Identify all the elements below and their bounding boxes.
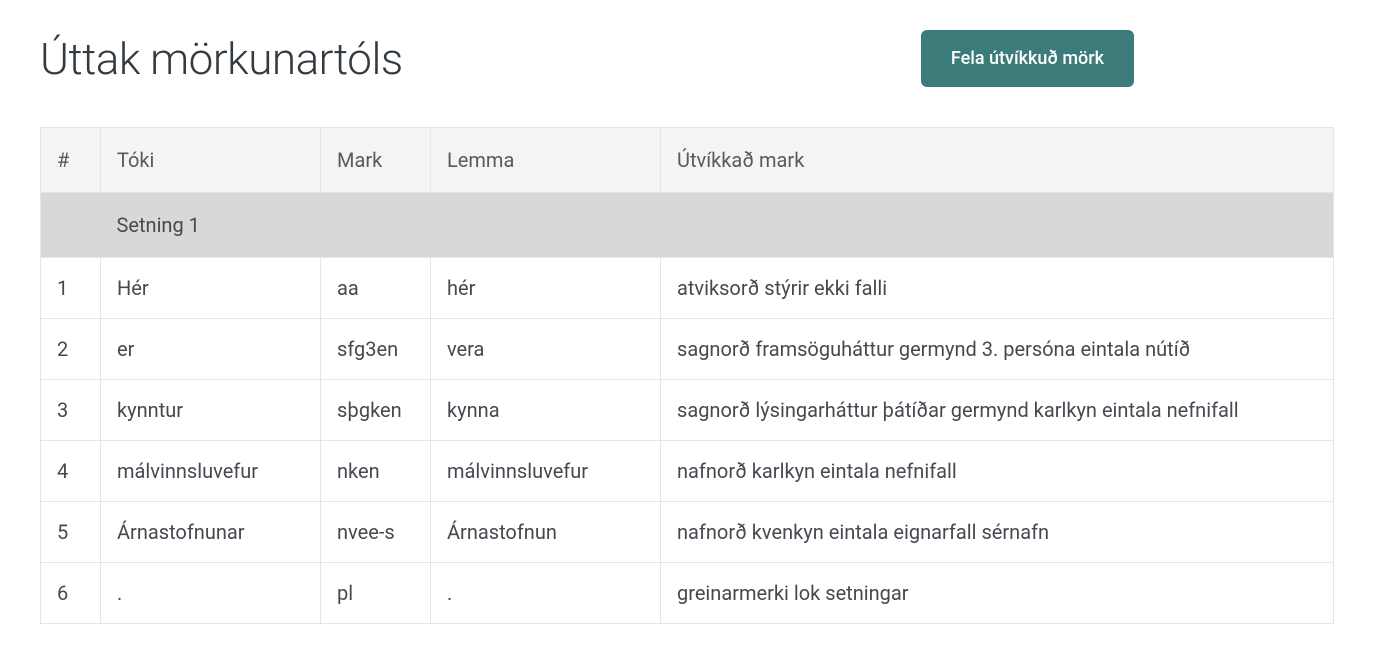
cell-num: 1 bbox=[41, 258, 101, 319]
table-row: 3kynntursþgkenkynnasagnorð lýsingarháttu… bbox=[41, 380, 1334, 441]
cell-mark: sfg3en bbox=[321, 319, 431, 380]
section-label: Setning 1 bbox=[101, 193, 1334, 258]
cell-ext: nafnorð kvenkyn eintala eignarfall sérna… bbox=[661, 502, 1334, 563]
cell-ext: greinarmerki lok setningar bbox=[661, 563, 1334, 624]
col-header-num: # bbox=[41, 128, 101, 193]
cell-num: 5 bbox=[41, 502, 101, 563]
cell-mark: aa bbox=[321, 258, 431, 319]
cell-lemma: Árnastofnun bbox=[431, 502, 661, 563]
cell-mark: nvee-s bbox=[321, 502, 431, 563]
cell-ext: atviksorð stýrir ekki falli bbox=[661, 258, 1334, 319]
page-header: Úttak mörkunartóls Fela útvíkkuð mörk bbox=[40, 30, 1334, 87]
toggle-extended-button[interactable]: Fela útvíkkuð mörk bbox=[921, 30, 1134, 87]
cell-mark: nken bbox=[321, 441, 431, 502]
cell-mark: pl bbox=[321, 563, 431, 624]
cell-num: 6 bbox=[41, 563, 101, 624]
cell-toki: Árnastofnunar bbox=[101, 502, 321, 563]
table-row: 5Árnastofnunarnvee-sÁrnastofnunnafnorð k… bbox=[41, 502, 1334, 563]
cell-num: 2 bbox=[41, 319, 101, 380]
output-table: # Tóki Mark Lemma Útvíkkað mark Setning … bbox=[40, 127, 1334, 624]
cell-ext: sagnorð lýsingarháttur þátíðar germynd k… bbox=[661, 380, 1334, 441]
cell-toki: Hér bbox=[101, 258, 321, 319]
table-row: 6.pl.greinarmerki lok setningar bbox=[41, 563, 1334, 624]
section-spacer bbox=[41, 193, 101, 258]
cell-mark: sþgken bbox=[321, 380, 431, 441]
table-header-row: # Tóki Mark Lemma Útvíkkað mark bbox=[41, 128, 1334, 193]
col-header-extended: Útvíkkað mark bbox=[661, 128, 1334, 193]
table-row: 2ersfg3enverasagnorð framsöguháttur germ… bbox=[41, 319, 1334, 380]
cell-ext: nafnorð karlkyn eintala nefnifall bbox=[661, 441, 1334, 502]
cell-toki: . bbox=[101, 563, 321, 624]
cell-num: 3 bbox=[41, 380, 101, 441]
section-row: Setning 1 bbox=[41, 193, 1334, 258]
cell-lemma: . bbox=[431, 563, 661, 624]
cell-num: 4 bbox=[41, 441, 101, 502]
cell-toki: kynntur bbox=[101, 380, 321, 441]
cell-toki: málvinnsluvefur bbox=[101, 441, 321, 502]
cell-lemma: málvinnsluvefur bbox=[431, 441, 661, 502]
cell-ext: sagnorð framsöguháttur germynd 3. persón… bbox=[661, 319, 1334, 380]
cell-lemma: kynna bbox=[431, 380, 661, 441]
cell-lemma: vera bbox=[431, 319, 661, 380]
col-header-lemma: Lemma bbox=[431, 128, 661, 193]
table-row: 4málvinnsluvefurnkenmálvinnsluvefurnafno… bbox=[41, 441, 1334, 502]
table-row: 1Héraahératviksorð stýrir ekki falli bbox=[41, 258, 1334, 319]
cell-lemma: hér bbox=[431, 258, 661, 319]
cell-toki: er bbox=[101, 319, 321, 380]
page-title: Úttak mörkunartóls bbox=[40, 33, 403, 85]
col-header-mark: Mark bbox=[321, 128, 431, 193]
col-header-toki: Tóki bbox=[101, 128, 321, 193]
